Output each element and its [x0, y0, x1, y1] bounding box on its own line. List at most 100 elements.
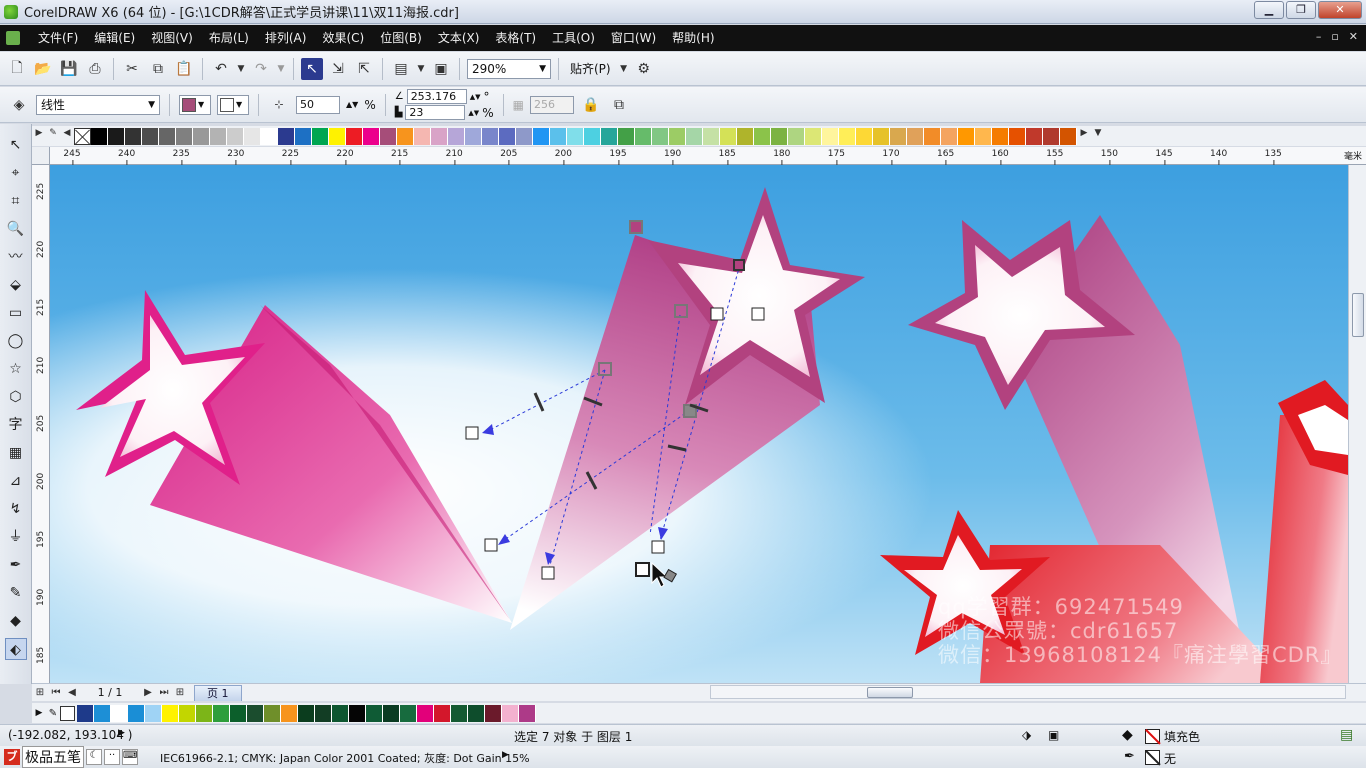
input-method-bar[interactable]: ブ 极品五笔 ☾ ·· ⌨ [4, 746, 138, 768]
vertical-ruler[interactable]: 225 220 215 210 205 200 195 190 185 [32, 165, 50, 683]
palette-swatch[interactable] [822, 127, 839, 145]
doc-no-color-swatch[interactable] [60, 705, 75, 721]
interactive-fill-tool-icon[interactable]: ⬖ [4, 638, 27, 660]
palette-swatch[interactable] [346, 127, 363, 145]
ellipse-tool-icon[interactable]: ◯ [5, 330, 27, 352]
end-color-picker[interactable]: ▼ [217, 94, 249, 115]
palette-swatch[interactable] [924, 127, 941, 145]
basic-shapes-icon[interactable]: ⬡ [5, 386, 27, 408]
midpoint-input[interactable]: 50 [296, 95, 340, 114]
doc-palette-menu-icon[interactable]: ▶ [32, 708, 46, 718]
palette-swatch[interactable] [890, 127, 907, 145]
color-proof-icon[interactable]: ⬗ [1022, 728, 1031, 742]
connector-tool-icon[interactable]: ↯ [5, 498, 27, 520]
palette-swatch[interactable] [397, 127, 414, 145]
palette-swatch[interactable] [601, 127, 618, 145]
doc-restore-button[interactable]: ▫ [1331, 30, 1338, 43]
palette-swatch[interactable] [499, 127, 516, 145]
palette-expand-icon[interactable]: ▼ [1091, 128, 1105, 144]
document-palette-swatch[interactable] [332, 704, 349, 722]
profile-expand-icon[interactable]: ▶ [502, 750, 509, 760]
document-palette-swatch[interactable] [451, 704, 468, 722]
palette-swatch[interactable] [91, 127, 108, 145]
document-palette-swatch[interactable] [434, 704, 451, 722]
palette-swatch[interactable] [805, 127, 822, 145]
application-launcher-icon[interactable]: ▤ [390, 58, 412, 80]
freehand-tool-icon[interactable]: 〰 [5, 246, 27, 268]
fill-color-node[interactable] [629, 220, 643, 234]
document-palette-swatch[interactable] [502, 704, 519, 722]
document-palette-swatch[interactable] [349, 704, 366, 722]
palette-swatch[interactable] [125, 127, 142, 145]
drawing-canvas[interactable]: qq学習群：692471549 微信公眾號：cdr61657 微信：139681… [50, 165, 1348, 683]
last-page-icon[interactable]: ⏭ [156, 687, 172, 698]
palette-swatch[interactable] [839, 127, 856, 145]
redo-icon[interactable]: ↷ [250, 58, 272, 80]
minimize-button[interactable]: ▁ [1254, 1, 1284, 19]
previous-page-icon[interactable]: ◀ [64, 687, 80, 698]
vertical-scroll-thumb[interactable] [1352, 293, 1364, 337]
palette-swatch[interactable] [720, 127, 737, 145]
palette-swatch[interactable] [550, 127, 567, 145]
palette-swatch[interactable] [278, 127, 295, 145]
lock-steps-icon[interactable]: 🔒 [580, 94, 602, 116]
document-palette-swatch[interactable] [94, 704, 111, 722]
menu-window[interactable]: 窗口(W) [603, 25, 664, 51]
palette-swatch[interactable] [584, 127, 601, 145]
palette-swatch[interactable] [176, 127, 193, 145]
document-palette-swatch[interactable] [111, 704, 128, 722]
launcher-dropdown-icon[interactable]: ▼ [416, 58, 426, 80]
menu-tools[interactable]: 工具(O) [544, 25, 603, 51]
angle-input[interactable]: 253.176 [406, 89, 467, 104]
open-folder-icon[interactable]: 📂 [32, 58, 54, 80]
pick-tool-icon[interactable]: ↖ [5, 134, 27, 156]
doc-minimize-button[interactable]: – [1316, 30, 1322, 43]
palette-menu-icon[interactable]: ▶ [32, 128, 46, 144]
palette-swatch[interactable] [1060, 127, 1077, 145]
palette-swatch[interactable] [992, 127, 1009, 145]
fill-type-select[interactable]: 线性 ▼ [36, 94, 160, 115]
zoom-level-select[interactable]: 290% ▼ [467, 58, 551, 79]
search-content-icon[interactable]: ↖ [301, 57, 323, 80]
table-tool-icon[interactable]: ▦ [5, 442, 27, 464]
text-tool-icon[interactable]: 字 [5, 414, 27, 436]
document-palette-swatch[interactable] [298, 704, 315, 722]
palette-swatch[interactable] [431, 127, 448, 145]
fill-tool-icon[interactable]: ◆ [5, 610, 27, 632]
palette-swatch[interactable] [295, 127, 312, 145]
document-palette-swatch[interactable] [485, 704, 502, 722]
fill-color-indicator[interactable] [1145, 729, 1160, 744]
palette-swatch[interactable] [788, 127, 805, 145]
palette-swatch[interactable] [771, 127, 788, 145]
document-palette-swatch[interactable] [77, 704, 94, 722]
print-icon[interactable]: ⎙ [84, 58, 106, 80]
redo-dropdown-icon[interactable]: ▼ [276, 58, 286, 80]
menu-help[interactable]: 帮助(H) [664, 25, 722, 51]
document-palette-swatch[interactable] [128, 704, 145, 722]
document-palette-swatch[interactable] [162, 704, 179, 722]
midpoint-stepper-icon[interactable]: ▲▼ [346, 100, 358, 109]
new-document-icon[interactable]: 🗋 [6, 58, 28, 80]
palette-swatch[interactable] [227, 127, 244, 145]
document-palette-swatch[interactable] [230, 704, 247, 722]
palette-swatch[interactable] [244, 127, 261, 145]
rectangle-tool-icon[interactable]: ▭ [5, 302, 27, 324]
palette-swatch[interactable] [1043, 127, 1060, 145]
palette-swatch[interactable] [159, 127, 176, 145]
menu-table[interactable]: 表格(T) [487, 25, 544, 51]
polygon-tool-icon[interactable]: ☆ [5, 358, 27, 380]
document-icon[interactable] [6, 31, 20, 45]
doc-eyedropper-icon[interactable]: ✎ [46, 708, 60, 719]
first-page-icon[interactable]: ⏮ [48, 687, 64, 698]
palette-swatch[interactable] [958, 127, 975, 145]
fountain-steps-input[interactable]: 256 [529, 95, 574, 114]
palette-swatch[interactable] [907, 127, 924, 145]
next-page-icon[interactable]: ▶ [140, 687, 156, 698]
palette-swatch[interactable] [516, 127, 533, 145]
document-palette-swatch[interactable] [400, 704, 417, 722]
palette-swatch[interactable] [635, 127, 652, 145]
crop-tool-icon[interactable]: ⌗ [5, 190, 27, 212]
palette-swatch[interactable] [669, 127, 686, 145]
palette-swatch[interactable] [652, 127, 669, 145]
palette-swatch[interactable] [873, 127, 890, 145]
